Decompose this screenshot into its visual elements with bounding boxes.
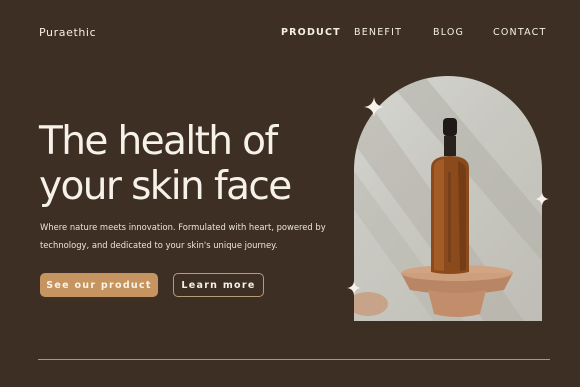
sparkle-icon (535, 192, 549, 206)
nav-links: PRODUCT BENEFIT BLOG CONTACT (0, 27, 580, 41)
nav-item-contact[interactable]: CONTACT (493, 27, 546, 38)
footer-divider (38, 359, 550, 360)
see-product-button[interactable]: See our product (40, 273, 158, 297)
learn-more-button[interactable]: Learn more (173, 273, 264, 297)
hero-headline: The health of your skin face (39, 119, 339, 209)
top-nav: Puraethic PRODUCT BENEFIT BLOG CONTACT (0, 0, 580, 66)
nav-item-product[interactable]: PRODUCT (281, 27, 341, 38)
sparkle-icon (347, 281, 361, 295)
nav-item-benefit[interactable]: BENEFIT (354, 27, 402, 38)
headline-line-1: The health of (39, 119, 278, 164)
sparkle-icon (364, 97, 384, 117)
hero-subtitle: Where nature meets innovation. Formulate… (40, 222, 326, 250)
headline-line-2: your skin face (39, 164, 292, 209)
nav-item-blog[interactable]: BLOG (433, 27, 464, 38)
